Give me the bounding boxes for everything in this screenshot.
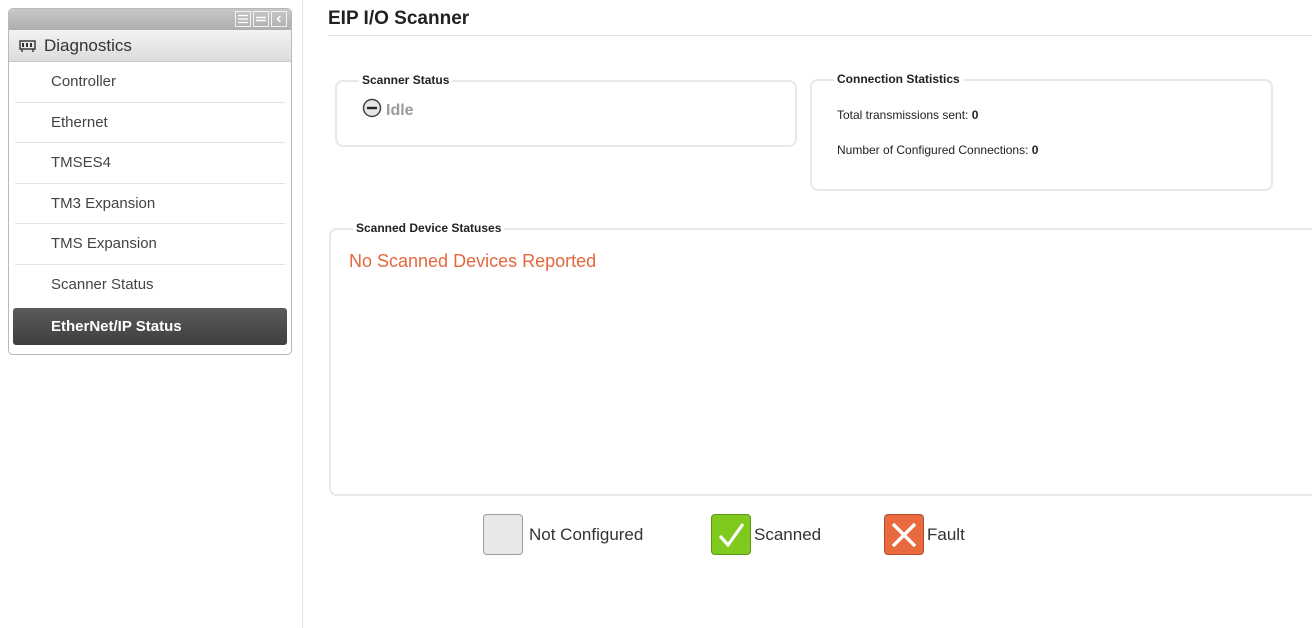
configured-connections: Number of Configured Connections: 0: [837, 143, 1038, 157]
total-transmissions-label: Total transmissions sent:: [837, 108, 969, 122]
connection-statistics-legend: Connection Statistics: [834, 72, 963, 86]
total-transmissions: Total transmissions sent: 0: [837, 108, 978, 122]
not-configured-swatch-icon: [483, 514, 523, 555]
collapse-all-icon[interactable]: [253, 11, 269, 27]
key-fault-label: Fault: [927, 524, 965, 544]
expand-all-icon[interactable]: [235, 11, 251, 27]
total-transmissions-value: 0: [971, 108, 979, 122]
sidebar-item-tms-expansion[interactable]: TMS Expansion: [15, 224, 285, 265]
empty-devices-message: No Scanned Devices Reported: [349, 251, 597, 271]
sidebar-item-ethernet-ip-status[interactable]: EtherNet/IP Status: [13, 308, 287, 345]
sidebar-item-scanner-status[interactable]: Scanner Status: [15, 265, 285, 306]
title-divider: [328, 35, 1312, 36]
key-fault: Fault: [884, 514, 965, 555]
configured-connections-value: 0: [1031, 143, 1039, 157]
sidebar-item-controller[interactable]: Controller: [15, 62, 285, 103]
diagnostics-icon: [19, 39, 36, 52]
collapse-sidebar-icon[interactable]: [271, 11, 287, 27]
scanner-status-panel: Scanner Status Idle: [335, 73, 797, 147]
sidebar-toolbar: [9, 9, 291, 30]
key-scanned-label: Scanned: [754, 524, 822, 544]
scanner-state-text: Idle: [386, 102, 414, 119]
sidebar-header-label: Diagnostics: [44, 35, 132, 55]
configured-connections-label: Number of Configured Connections:: [837, 143, 1029, 157]
sidebar-item-ethernet[interactable]: Ethernet: [15, 103, 285, 143]
connection-statistics-panel: Connection Statistics Total transmission…: [810, 72, 1273, 191]
sidebar: Diagnostics Controller Ethernet TMSES4 T…: [8, 8, 292, 355]
sidebar-item-tm3-expansion[interactable]: TM3 Expansion: [15, 184, 285, 224]
checkmark-icon: [711, 514, 751, 555]
page-title: EIP I/O Scanner: [328, 8, 470, 29]
minus-circle-icon: [362, 98, 382, 118]
key-not-configured-label: Not Configured: [529, 524, 644, 544]
key-scanned: Scanned: [711, 514, 821, 555]
scanned-devices-legend: Scanned Device Statuses: [353, 221, 505, 235]
sidebar-item-tmses4[interactable]: TMSES4: [15, 143, 285, 184]
scanned-devices-panel: Scanned Device Statuses No Scanned Devic…: [329, 221, 1312, 496]
key-not-configured: Not Configured: [483, 514, 643, 555]
scanner-state: Idle: [362, 96, 414, 120]
vertical-divider: [302, 0, 303, 628]
sidebar-header[interactable]: Diagnostics: [9, 30, 291, 62]
scanner-status-legend: Scanner Status: [359, 73, 453, 87]
x-cross-icon: [884, 514, 924, 555]
